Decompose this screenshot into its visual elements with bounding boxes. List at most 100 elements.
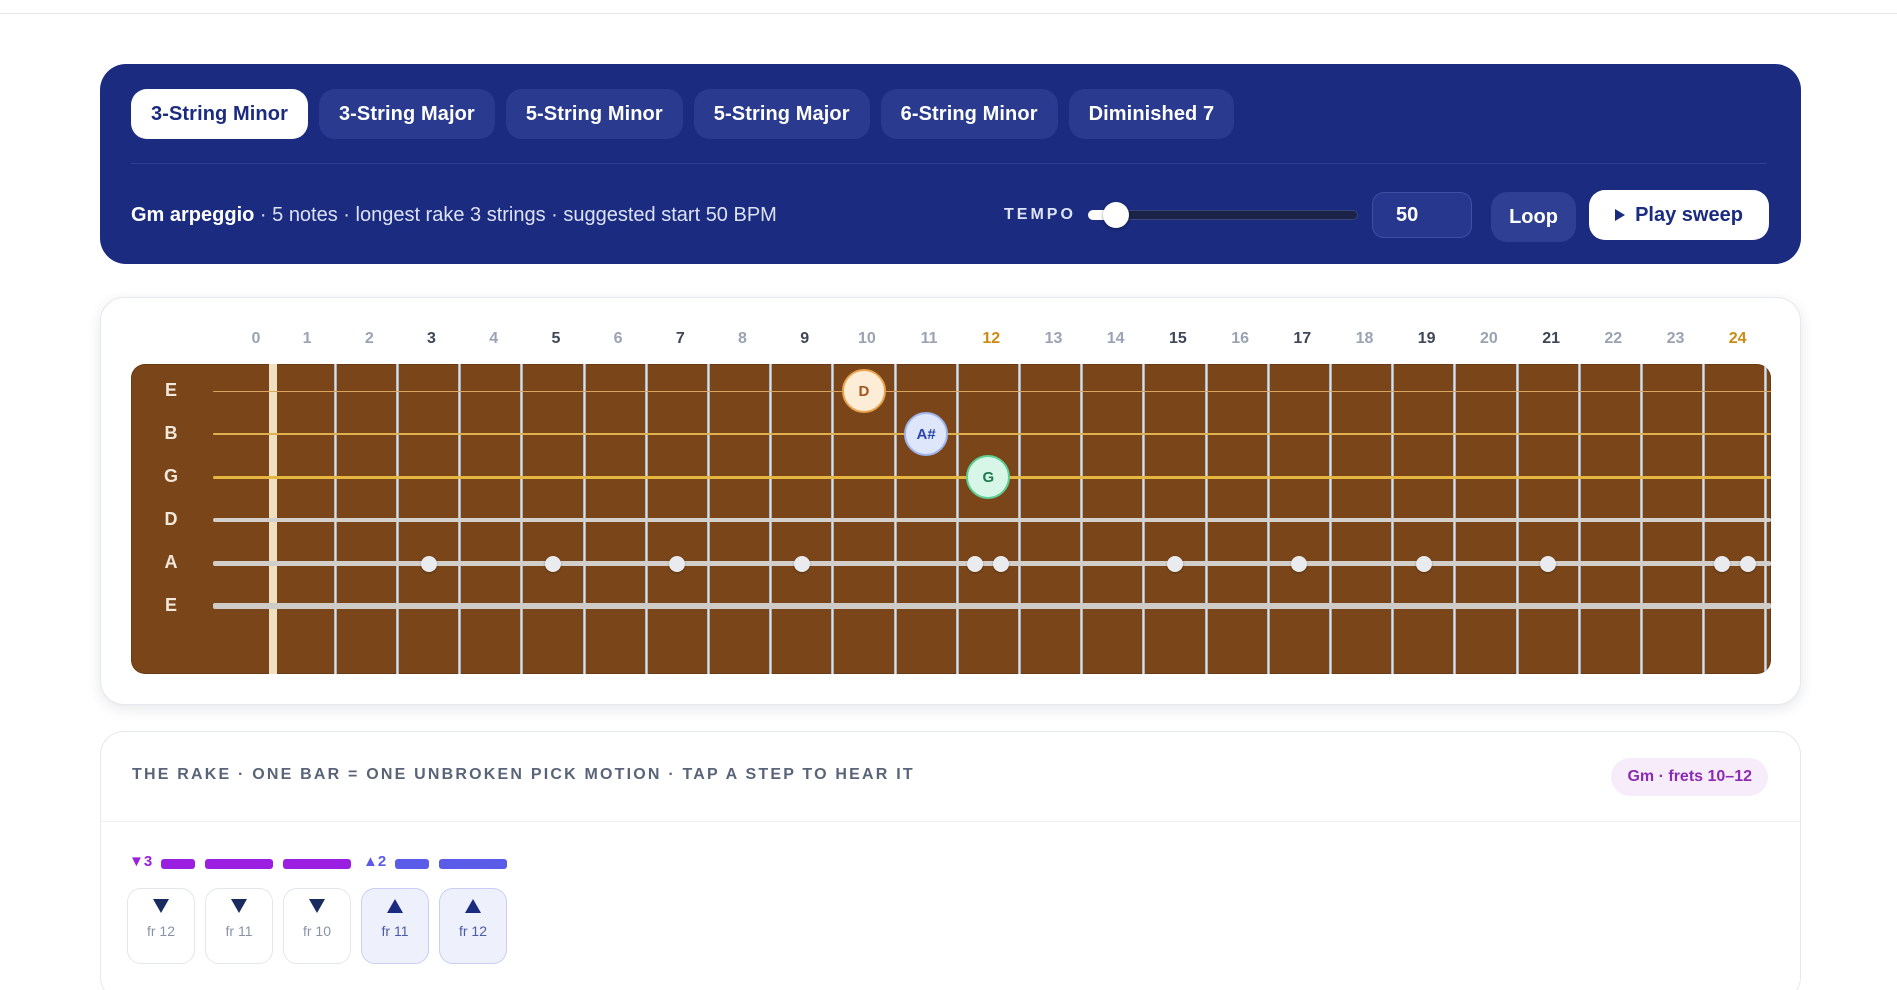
tempo-slider-thumb[interactable]: [1102, 202, 1129, 228]
arrow-up-icon: [387, 899, 403, 913]
fret-number-21: 21: [1542, 330, 1560, 347]
step-fret-label: fr 10: [302, 923, 331, 939]
string-label: B: [164, 423, 178, 443]
arrow-down-icon: [231, 899, 247, 913]
fret-number-17: 17: [1293, 330, 1312, 347]
string-label: E: [164, 595, 177, 615]
fret-number-3: 3: [427, 330, 436, 347]
note-marker[interactable]: D: [841, 369, 886, 413]
fret-marker-dot: [669, 556, 686, 572]
note-marker[interactable]: G: [966, 455, 1011, 499]
fret-marker-dot: [993, 556, 1010, 572]
fret-number-0: 0: [251, 330, 261, 347]
rake-bar: [395, 859, 429, 869]
chord-badge: Gm · frets 10–12: [1611, 758, 1768, 796]
fret-number-15: 15: [1168, 330, 1187, 347]
fret-number-16: 16: [1231, 330, 1249, 347]
fretboard: E B G D A E D A# G: [131, 364, 1771, 674]
string-line: [213, 560, 1771, 566]
fret-number-9: 9: [800, 330, 810, 347]
step-fret-label: fr 11: [381, 923, 409, 939]
string-label: D: [164, 509, 178, 529]
string-label: A: [164, 552, 178, 572]
string-line: [213, 603, 1771, 609]
arpeggio-details: · 5 notes · longest rake 3 strings · sug…: [254, 204, 777, 226]
string-label: E: [164, 380, 177, 400]
play-icon: [1615, 209, 1626, 221]
tab-3-string-minor[interactable]: 3-String Minor: [131, 89, 308, 139]
fret-number-8: 8: [738, 330, 747, 347]
arpeggio-tabs: 3-String Minor 3-String Major 5-String M…: [131, 89, 1235, 139]
fret-number-1: 1: [302, 330, 312, 347]
fret-number-4: 4: [489, 330, 499, 347]
rake-group-label: ▼3: [129, 853, 153, 870]
rake-steps: fr 12 fr 11 fr 10 fr 11 fr 12: [127, 888, 507, 964]
tempo-slider[interactable]: [1088, 199, 1358, 231]
fret-marker-dot: [793, 556, 810, 572]
fret-number-10: 10: [857, 330, 876, 347]
rake-bar: [439, 859, 507, 869]
arrow-down-icon: [309, 899, 325, 913]
arpeggio-summary: Gm arpeggio · 5 notes · longest rake 3 s…: [131, 204, 777, 227]
rake-step-4[interactable]: fr 11: [361, 888, 429, 964]
play-sweep-button[interactable]: Play sweep: [1589, 190, 1769, 240]
rake-step-1[interactable]: fr 12: [127, 888, 195, 964]
tempo-label: TEMPO: [1004, 206, 1076, 223]
fret-number-12: 12: [982, 330, 1001, 347]
fret-number-6: 6: [613, 330, 623, 347]
rake-title: THE RAKE · ONE BAR = ONE UNBROKEN PICK M…: [132, 766, 915, 783]
fretboard-card: 0 1 2 3 4 5 6 7 8 9 10 11 12 13 14 15 16 17 18 19 20 21 22 23 24…: [100, 297, 1801, 705]
rake-group-label: ▲2: [363, 853, 387, 870]
note-marker[interactable]: A#: [904, 412, 949, 456]
rake-step-3[interactable]: fr 10: [283, 888, 351, 964]
string-line: [213, 518, 1771, 522]
rake-card: THE RAKE · ONE BAR = ONE UNBROKEN PICK M…: [100, 731, 1801, 990]
tempo-input[interactable]: 50: [1372, 192, 1472, 238]
fret-number-row: 0 1 2 3 4 5 6 7 8 9 10 11 12 13 14 15 16 17 18 19 20 21 22 23 24: [101, 330, 1800, 354]
fret-number-5: 5: [551, 330, 561, 347]
arrow-down-icon: [153, 899, 169, 913]
tab-5-string-minor[interactable]: 5-String Minor: [505, 89, 683, 139]
play-sweep-label: Play sweep: [1635, 203, 1743, 226]
loop-button[interactable]: Loop: [1491, 192, 1576, 242]
fret-marker-dot: [544, 556, 561, 572]
rake-bar: [283, 859, 351, 869]
fret-number-20: 20: [1479, 330, 1498, 347]
fret-number-18: 18: [1355, 330, 1374, 347]
fret-number-19: 19: [1417, 330, 1436, 347]
control-panel: 3-String Minor 3-String Major 5-String M…: [100, 64, 1801, 264]
fret-number-2: 2: [364, 330, 374, 347]
tab-diminished-7[interactable]: Diminished 7: [1068, 89, 1235, 139]
string-label: G: [163, 466, 178, 486]
fret-number-7: 7: [675, 330, 685, 347]
rake-bar: [161, 859, 195, 869]
fret-marker-dot: [1540, 556, 1557, 572]
tab-6-string-minor[interactable]: 6-String Minor: [880, 89, 1058, 139]
step-fret-label: fr 12: [458, 923, 487, 939]
tab-5-string-major[interactable]: 5-String Major: [693, 89, 870, 139]
fret-number-13: 13: [1044, 330, 1063, 347]
fret-marker-dot: [1166, 556, 1183, 572]
rake-step-2[interactable]: fr 11: [205, 888, 273, 964]
rake-motion-bars: ▼3 ▲2: [125, 853, 545, 873]
fret-marker-dot: [1291, 556, 1308, 572]
tab-3-string-major[interactable]: 3-String Major: [318, 89, 495, 139]
fret-number-22: 22: [1604, 330, 1623, 347]
fret-marker-dot: [1415, 556, 1432, 572]
fret-number-11: 11: [920, 330, 938, 347]
rake-step-5[interactable]: fr 12: [439, 888, 507, 964]
fret-number-23: 23: [1666, 330, 1685, 347]
fret-number-14: 14: [1106, 330, 1125, 347]
fret-marker-dot: [1739, 556, 1756, 572]
fret-marker-dot: [967, 556, 984, 572]
top-divider: [0, 13, 1897, 14]
step-fret-label: fr 12: [146, 923, 175, 939]
step-fret-label: fr 11: [225, 923, 253, 939]
fret-marker-dot: [1713, 556, 1730, 572]
fret-marker-dot: [420, 556, 437, 572]
arpeggio-name: Gm arpeggio: [131, 204, 255, 226]
string-line: [213, 390, 1771, 392]
panel-divider: [131, 163, 1767, 164]
rake-bar: [205, 859, 273, 869]
string-line: [213, 433, 1771, 435]
